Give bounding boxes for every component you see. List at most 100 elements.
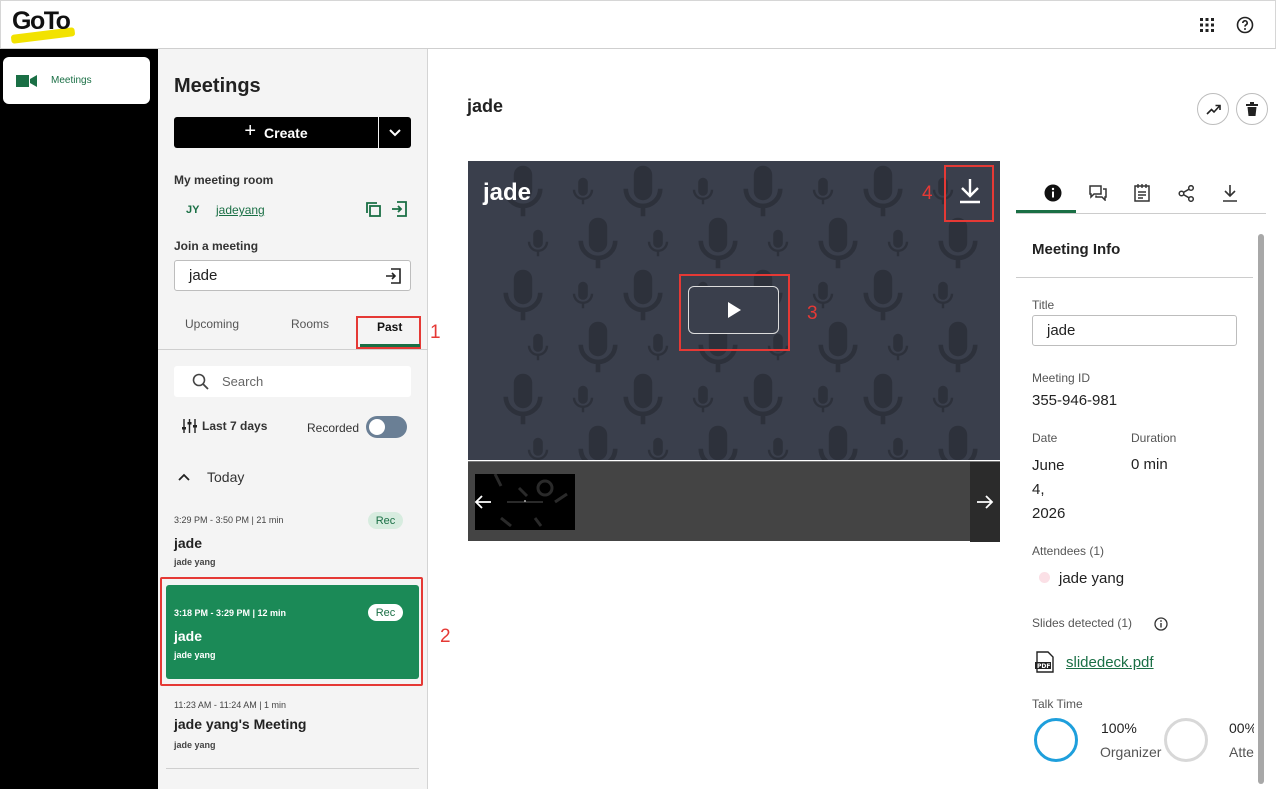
share-icon bbox=[1177, 184, 1194, 202]
date-filter[interactable]: Last 7 days bbox=[182, 419, 267, 433]
rail-item-label: Meetings bbox=[51, 75, 92, 86]
notes-icon bbox=[1133, 184, 1150, 202]
timeline-next-button[interactable] bbox=[970, 462, 1000, 542]
delete-button[interactable] bbox=[1236, 93, 1268, 125]
plus-icon: + bbox=[244, 120, 257, 142]
rec-badge: Rec bbox=[368, 512, 403, 529]
tab-notes[interactable] bbox=[1131, 182, 1153, 204]
slides-file-link[interactable]: slidedeck.pdf bbox=[1066, 654, 1154, 671]
chevron-down-icon bbox=[389, 128, 401, 136]
trash-icon bbox=[1246, 102, 1258, 116]
meeting-title: jade bbox=[174, 628, 203, 644]
annotation-1: 1 bbox=[430, 322, 441, 343]
meeting-time: 3:29 PM - 3:50 PM | 21 min bbox=[174, 515, 284, 525]
enter-room-icon[interactable] bbox=[390, 200, 408, 218]
date-label: Date bbox=[1032, 431, 1058, 445]
pdf-icon: PDF bbox=[1035, 651, 1054, 673]
info-icon bbox=[1044, 184, 1062, 202]
download-button[interactable] bbox=[955, 176, 985, 206]
talk-ring-attendee bbox=[1164, 718, 1208, 762]
room-link[interactable]: jadeyang bbox=[216, 203, 265, 217]
my-room-label: My meeting room bbox=[174, 173, 274, 187]
join-arrow-icon[interactable] bbox=[384, 267, 402, 285]
join-input-value: jade bbox=[189, 267, 218, 284]
download-icon bbox=[1223, 185, 1237, 202]
attendee-avatar bbox=[1039, 572, 1050, 583]
duration-value: 0 min bbox=[1131, 456, 1168, 473]
talk-organizer-pct: 100% bbox=[1101, 720, 1137, 736]
scroll-thumb[interactable] bbox=[1258, 234, 1264, 784]
copy-icon[interactable] bbox=[364, 200, 382, 218]
sliders-icon bbox=[182, 419, 197, 433]
video-player[interactable]: jade 3 4 bbox=[468, 161, 1000, 460]
timeline-prev-button[interactable] bbox=[468, 462, 498, 542]
arrow-left-icon bbox=[474, 495, 491, 509]
list-item-selected[interactable]: 3:18 PM - 3:29 PM | 12 min Rec jade jade… bbox=[166, 585, 419, 679]
top-bar: GoTo bbox=[0, 0, 1276, 49]
list-item[interactable]: 11:23 AM - 11:24 AM | 1 min jade yang's … bbox=[166, 692, 419, 754]
create-label: Create bbox=[264, 124, 308, 141]
rec-badge: Rec bbox=[368, 604, 403, 621]
svg-text:PDF: PDF bbox=[1037, 663, 1050, 670]
chevron-up-icon bbox=[178, 473, 190, 481]
meeting-id-value: 355-946-981 bbox=[1032, 392, 1118, 409]
create-button[interactable]: + Create bbox=[174, 117, 378, 148]
tab-info[interactable] bbox=[1042, 182, 1064, 204]
meeting-time: 11:23 AM - 11:24 AM | 1 min bbox=[174, 700, 287, 710]
tabs-divider bbox=[158, 349, 428, 350]
meeting-host: jade yang bbox=[174, 557, 216, 567]
info-tabs bbox=[1016, 170, 1266, 214]
slide-timeline bbox=[468, 461, 1000, 542]
tab-chat[interactable] bbox=[1087, 182, 1109, 204]
rail-item-meetings[interactable]: Meetings bbox=[3, 57, 150, 104]
create-dropdown-button[interactable] bbox=[379, 117, 411, 148]
left-rail: Meetings bbox=[0, 49, 158, 789]
group-label: Today bbox=[207, 469, 245, 485]
search-input[interactable]: Search bbox=[174, 366, 411, 397]
tab-download[interactable] bbox=[1219, 182, 1241, 204]
annotation-4: 4 bbox=[922, 183, 933, 204]
title-input[interactable]: jade bbox=[1032, 315, 1237, 346]
talk-other-pct: 00% bbox=[1229, 720, 1254, 736]
section-title: Meeting Info bbox=[1032, 241, 1121, 258]
title-input-value: jade bbox=[1047, 322, 1076, 339]
recorded-toggle[interactable] bbox=[366, 416, 407, 438]
tab-share[interactable] bbox=[1175, 182, 1197, 204]
chat-icon bbox=[1089, 185, 1107, 201]
play-icon bbox=[727, 302, 741, 318]
analytics-button[interactable] bbox=[1197, 93, 1229, 125]
join-meeting-input[interactable]: jade bbox=[174, 260, 411, 291]
meeting-host: jade yang bbox=[174, 740, 216, 750]
video-camera-icon bbox=[16, 74, 37, 87]
help-icon[interactable] bbox=[1234, 14, 1256, 36]
info-scrollbar[interactable] bbox=[1257, 228, 1265, 788]
recorded-label: Recorded bbox=[307, 421, 360, 435]
play-button[interactable] bbox=[688, 286, 779, 334]
tab-rooms[interactable]: Rooms bbox=[291, 317, 329, 331]
search-placeholder: Search bbox=[222, 374, 264, 389]
date-value: June 4, 2026 bbox=[1032, 457, 1066, 522]
logo-text: GoTo bbox=[12, 7, 71, 35]
meeting-time: 3:18 PM - 3:29 PM | 12 min bbox=[174, 608, 287, 618]
tab-past[interactable]: Past bbox=[377, 320, 402, 334]
arrow-right-icon bbox=[977, 495, 994, 509]
tab-upcoming[interactable]: Upcoming bbox=[185, 317, 239, 331]
grid-icon[interactable] bbox=[1196, 14, 1218, 36]
attendee-name: jade yang bbox=[1059, 570, 1125, 587]
talk-organizer-label: Organizer bbox=[1100, 744, 1162, 760]
toggle-knob bbox=[369, 419, 385, 435]
section-divider bbox=[1016, 277, 1253, 278]
info-circle-icon[interactable] bbox=[1154, 617, 1168, 631]
group-today-toggle[interactable]: Today bbox=[178, 469, 244, 485]
goto-logo[interactable]: GoTo bbox=[10, 5, 77, 44]
list-divider bbox=[166, 768, 419, 769]
meeting-host: jade yang bbox=[174, 650, 216, 660]
player-title: jade bbox=[483, 179, 532, 206]
meeting-title: jade bbox=[174, 535, 203, 551]
annotation-2: 2 bbox=[440, 626, 451, 647]
trending-up-icon bbox=[1205, 104, 1221, 115]
slides-label: Slides detected (1) bbox=[1032, 616, 1133, 630]
list-item[interactable]: 3:29 PM - 3:50 PM | 21 min Rec jade jade… bbox=[166, 509, 419, 571]
duration-label: Duration bbox=[1131, 431, 1177, 445]
panel-title: Meetings bbox=[174, 75, 261, 97]
